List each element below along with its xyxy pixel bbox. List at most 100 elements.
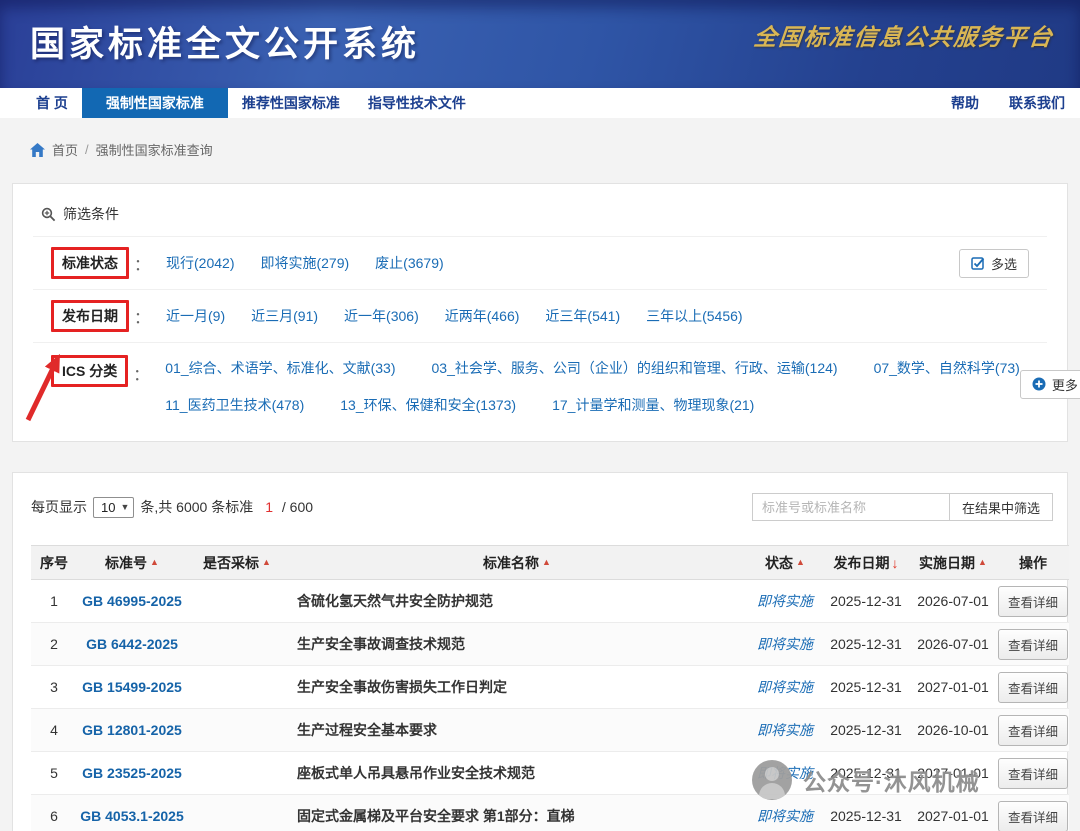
cell-status: 即将实施 [747, 579, 823, 623]
cell-action: 查看详细 [997, 794, 1069, 831]
cell-status: 即将实施 [747, 622, 823, 666]
filter-option[interactable]: 近三月(91) [251, 306, 318, 326]
cell-index: 5 [31, 751, 77, 795]
per-page-value: 10 [101, 499, 116, 515]
filter-label-date-annotated: 发布日期 [51, 300, 129, 332]
col-header-pub-date[interactable]: 发布日期 ↓ [823, 545, 909, 580]
filter-option[interactable]: 废止(3679) [375, 253, 443, 273]
filter-option[interactable]: 11_医药卫生技术(478) [165, 395, 304, 415]
filter-colon: ： [134, 310, 151, 327]
sort-asc-icon: ▲ [150, 556, 159, 567]
filter-label-ics-annotated: ICS 分类 [51, 355, 129, 387]
cell-pub-date: 2025-12-31 [823, 665, 909, 709]
filter-option[interactable]: 近一月(9) [166, 306, 225, 326]
chevron-down-icon: ▼ [120, 502, 130, 512]
nav-item-contact[interactable]: 联系我们 [994, 88, 1080, 118]
cell-standard-name: 生产安全事故调查技术规范 [287, 622, 747, 666]
table-row: 3 GB 15499-2025 生产安全事故伤害损失工作日判定 即将实施 202… [31, 665, 1069, 709]
sort-asc-icon: ▲ [542, 556, 551, 567]
cell-pub-date: 2025-12-31 [823, 708, 909, 752]
breadcrumb-current: 强制性国家标准查询 [95, 143, 213, 158]
filter-option[interactable]: 近三年(541) [545, 306, 620, 326]
cell-standard-code[interactable]: GB 23525-2025 [77, 751, 187, 795]
nav-item-recommended-standards[interactable]: 推荐性国家标准 [228, 88, 354, 118]
col-header-impl-date[interactable]: 实施日期 ▲ [909, 545, 997, 580]
view-detail-button[interactable]: 查看详细 [997, 585, 1068, 617]
filter-row-ics: ICS 分类 ： 01_综合、术语学、标准化、文献(33) 03_社会学、服务、… [33, 342, 1080, 425]
filter-option[interactable]: 01_综合、术语学、标准化、文献(33) [165, 358, 395, 378]
col-header-adopted[interactable]: 是否采标 ▲ [187, 545, 287, 580]
cell-standard-name: 座板式单人吊具悬吊作业安全技术规范 [287, 751, 747, 795]
cell-impl-date: 2026-07-01 [909, 622, 997, 666]
search-group: 在结果中筛选 [751, 493, 1053, 521]
more-label: 更多 [1051, 377, 1078, 393]
more-button[interactable]: 更多 [1019, 369, 1080, 399]
filter-option[interactable]: 17_计量学和测量、物理现象(21) [552, 395, 754, 415]
cell-standard-name: 生产安全事故伤害损失工作日判定 [287, 665, 747, 709]
official-account-icon [752, 760, 792, 800]
view-detail-button[interactable]: 查看详细 [997, 628, 1068, 660]
cell-standard-code[interactable]: GB 46995-2025 [77, 579, 187, 623]
nav-item-guidance-documents[interactable]: 指导性技术文件 [354, 88, 480, 118]
filter-row-date: 发布日期 ： 近一月(9) 近三月(91) 近一年(306) 近两年(466) … [33, 289, 1047, 342]
cell-index: 6 [31, 794, 77, 831]
cell-standard-code[interactable]: GB 15499-2025 [77, 665, 187, 709]
filter-option[interactable]: 三年以上(5456) [646, 306, 742, 326]
filter-option[interactable]: 即将实施(279) [260, 253, 349, 273]
page-indicator: 1 / 600 [265, 499, 313, 515]
filter-option[interactable]: 近两年(466) [445, 306, 520, 326]
cell-adopted [187, 794, 287, 831]
top-nav: 首 页 强制性国家标准 推荐性国家标准 指导性技术文件 帮助 联系我们 [0, 88, 1080, 118]
col-header-status[interactable]: 状态 ▲ [747, 545, 823, 580]
filter-option[interactable]: 07_数学、自然科学(73) [874, 358, 1020, 378]
cell-action: 查看详细 [997, 751, 1069, 795]
filter-option[interactable]: 13_环保、保健和安全(1373) [340, 395, 516, 415]
cell-standard-name: 生产过程安全基本要求 [287, 708, 747, 752]
filter-colon: ： [134, 257, 151, 274]
multi-select-label: 多选 [990, 256, 1017, 272]
filter-option[interactable]: 现行(2042) [166, 253, 234, 273]
filter-title: 筛选条件 [33, 198, 1047, 236]
table-header-row: 序号 标准号 ▲ 是否采标 ▲ 标准名称 ▲ 状态 ▲ 发布日期 ↓ 实施日期 ▲ 操作 [31, 545, 1069, 580]
breadcrumb: 首页 / 强制性国家标准查询 [0, 118, 1080, 183]
cell-index: 2 [31, 622, 77, 666]
cell-standard-code[interactable]: GB 4053.1-2025 [77, 794, 187, 831]
filter-row-status: 标准状态 ： 现行(2042) 即将实施(279) 废止(3679) 多选 [33, 236, 1047, 289]
results-count: 条,共 6000 条标准 [140, 499, 254, 515]
nav-right-group: 帮助 联系我们 [936, 88, 1080, 118]
cell-adopted [187, 622, 287, 666]
multi-select-button[interactable]: 多选 [958, 248, 1029, 278]
cell-adopted [187, 708, 287, 752]
cell-pub-date: 2025-12-31 [823, 579, 909, 623]
col-header-code[interactable]: 标准号 ▲ [77, 545, 187, 580]
filter-option[interactable]: 近一年(306) [344, 306, 419, 326]
cell-status: 即将实施 [747, 665, 823, 709]
view-detail-button[interactable]: 查看详细 [997, 714, 1068, 746]
cell-standard-name: 含硫化氢天然气井安全防护规范 [287, 579, 747, 623]
per-page-select[interactable]: 10 ▼ [93, 496, 135, 518]
search-input[interactable] [751, 493, 950, 521]
filter-label-status-annotated: 标准状态 [51, 247, 129, 279]
nav-item-help[interactable]: 帮助 [936, 88, 994, 118]
cell-impl-date: 2027-01-01 [909, 665, 997, 709]
cell-standard-code[interactable]: GB 6442-2025 [77, 622, 187, 666]
col-header-action: 操作 [997, 545, 1069, 580]
view-detail-button[interactable]: 查看详细 [997, 671, 1068, 703]
col-header-index: 序号 [31, 545, 77, 580]
nav-item-mandatory-standards[interactable]: 强制性国家标准 [81, 88, 228, 118]
breadcrumb-home[interactable]: 首页 [52, 140, 78, 159]
col-header-name[interactable]: 标准名称 ▲ [287, 545, 747, 580]
table-row: 2 GB 6442-2025 生产安全事故调查技术规范 即将实施 2025-12… [31, 622, 1069, 666]
plus-circle-icon [1032, 377, 1046, 391]
home-icon [30, 142, 45, 157]
filter-panel: 筛选条件 标准状态 ： 现行(2042) 即将实施(279) 废止(3679) … [12, 183, 1080, 442]
page-current: 1 [265, 499, 274, 515]
view-detail-button[interactable]: 查看详细 [997, 757, 1068, 789]
filter-results-button[interactable]: 在结果中筛选 [948, 493, 1053, 521]
cell-standard-code[interactable]: GB 12801-2025 [77, 708, 187, 752]
nav-item-home[interactable]: 首 页 [22, 88, 82, 118]
filter-option[interactable]: 03_社会学、服务、公司（企业）的组织和管理、行政、运输(124) [432, 358, 838, 378]
checkbox-pencil-icon [971, 256, 985, 270]
view-detail-button[interactable]: 查看详细 [997, 800, 1068, 831]
filter-colon: ： [133, 367, 150, 384]
